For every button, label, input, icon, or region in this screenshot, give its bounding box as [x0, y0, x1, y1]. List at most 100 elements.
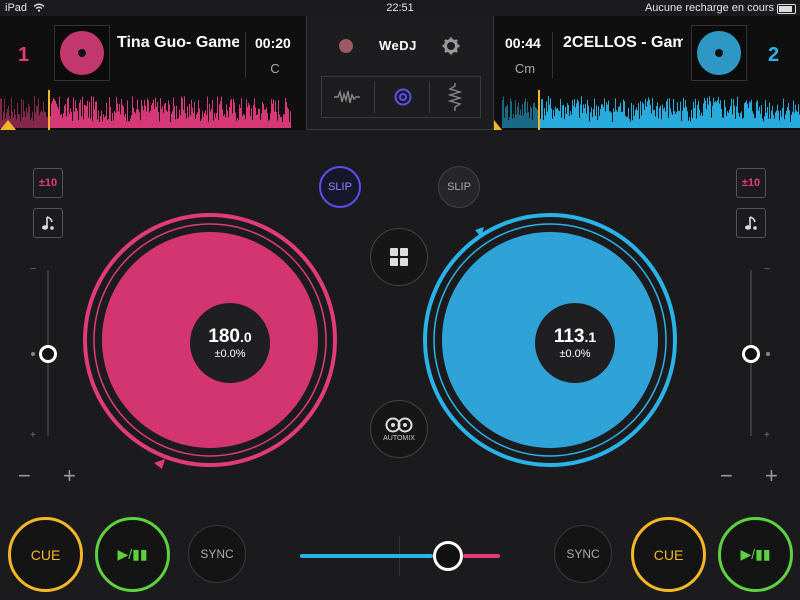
waveform-bar: [766, 112, 767, 128]
waveform-bar: [197, 112, 198, 128]
waveform-bar: [781, 116, 782, 128]
deck-2-pitch-range-button[interactable]: ±10: [736, 168, 766, 198]
brand-logo: WeDJ: [379, 38, 417, 53]
waveform-bar: [525, 98, 526, 128]
waveform-bar: [790, 121, 791, 128]
waveform-bar: [260, 120, 261, 128]
waveform-bar: [133, 107, 134, 128]
waveform-bar: [271, 99, 272, 128]
waveform-bar: [703, 103, 704, 128]
waveform-bar: [194, 101, 195, 128]
deck-2-artwork[interactable]: [691, 25, 747, 81]
deck-1-sync-button[interactable]: SYNC: [188, 525, 246, 583]
waveform-bar: [560, 99, 561, 128]
waveform-bar: [234, 102, 235, 128]
deck-1-cue-marker: [154, 459, 165, 469]
waveform-bar: [646, 106, 647, 128]
waveform-bar: [21, 99, 22, 128]
waveform-bar: [108, 119, 109, 128]
waveform-bar: [111, 121, 112, 128]
grid-button[interactable]: [370, 228, 428, 286]
deck-1-play-button[interactable]: ▶/▮▮: [95, 517, 170, 592]
deck-1-pitch-slider[interactable]: [39, 345, 57, 363]
deck-1-pitch-plus[interactable]: +: [63, 463, 76, 489]
waveform-bar: [289, 121, 290, 128]
waveform-bar: [47, 117, 48, 128]
deck-2-pitch-plus[interactable]: +: [765, 463, 778, 489]
waveform-bar: [578, 101, 579, 128]
waveform-bar: [734, 105, 735, 128]
waveform-bar: [206, 114, 207, 128]
waveform-bar: [187, 106, 188, 128]
deck-2-waveform[interactable]: [494, 90, 800, 130]
waveform-bar: [151, 105, 152, 128]
waveform-bar: [536, 108, 537, 128]
waveform-bar: [684, 107, 685, 128]
waveform-bar: [704, 98, 705, 128]
crossfader-knob[interactable]: [433, 541, 463, 571]
waveform-bar: [503, 96, 504, 128]
deck-1-pitch-minus[interactable]: −: [18, 463, 31, 489]
deck-1-slip-button[interactable]: SLIP: [319, 166, 361, 208]
waveform-bar: [798, 104, 799, 128]
deck-1-waveform[interactable]: [0, 90, 306, 130]
waveform-bar: [526, 113, 527, 128]
waveform-bar: [25, 117, 26, 128]
deck-1-artwork[interactable]: [54, 25, 110, 81]
waveform-bar: [222, 109, 223, 128]
waveform-bar: [747, 103, 748, 128]
waveform-bar: [280, 116, 281, 128]
deck-2-sync-button[interactable]: SYNC: [554, 525, 612, 583]
waveform-bar: [665, 111, 666, 128]
deck-1-title[interactable]: Tina Guo- Game: [117, 34, 239, 52]
waveform-bar: [135, 113, 136, 128]
waveform-bar: [535, 107, 536, 128]
battery-status: Aucune recharge en cours: [644, 2, 774, 14]
waveform-bar: [11, 97, 12, 128]
waveform-bar: [710, 101, 711, 128]
waveform-bar: [772, 105, 773, 128]
deck-2-cue-button[interactable]: CUE: [631, 517, 706, 592]
eq-icon[interactable]: [448, 83, 462, 111]
waveform-bar: [647, 101, 648, 128]
deck-2-pitch-slider[interactable]: [742, 345, 760, 363]
waveform-bar: [150, 110, 151, 128]
waveform-icon[interactable]: [334, 89, 360, 105]
waveform-bar: [95, 101, 96, 128]
record-icon[interactable]: [339, 39, 353, 53]
waveform-bar: [682, 110, 683, 128]
deck-2-keylock-button[interactable]: [736, 208, 766, 238]
waveform-bar: [724, 99, 725, 128]
waveform-bar: [517, 106, 518, 128]
gear-icon[interactable]: [442, 37, 460, 55]
crossfader[interactable]: [300, 532, 500, 580]
waveform-bar: [764, 116, 765, 128]
waveform-bar: [529, 118, 530, 128]
waveform-bar: [128, 121, 129, 128]
deck-1-cue-label: CUE: [30, 546, 61, 563]
automix-button[interactable]: AUTOMIX: [370, 400, 428, 458]
deck-2-title[interactable]: 2CELLOS - Gam: [563, 34, 683, 52]
waveform-bar: [580, 104, 581, 128]
waveform-bar: [656, 106, 657, 128]
deck-2-slip-button[interactable]: SLIP: [438, 166, 480, 208]
deck-1-cue-button[interactable]: CUE: [8, 517, 83, 592]
waveform-bar: [597, 119, 598, 128]
waveform-bar: [777, 104, 778, 128]
waveform-bar: [582, 112, 583, 128]
waveform-bar: [515, 100, 516, 128]
deck-1-pitch-range-button[interactable]: ±10: [33, 168, 63, 198]
waveform-bar: [173, 97, 174, 128]
waveform-bar: [93, 96, 94, 128]
waveform-bar: [725, 106, 726, 128]
target-icon[interactable]: [393, 87, 413, 107]
waveform-bar: [153, 99, 154, 128]
deck-2-pitch-minus[interactable]: −: [720, 463, 733, 489]
waveform-bar: [628, 107, 629, 128]
waveform-bar: [661, 119, 662, 128]
deck-2-play-button[interactable]: ▶/▮▮: [718, 517, 793, 592]
waveform-bar: [779, 120, 780, 128]
waveform-bar: [728, 112, 729, 128]
deck-1-keylock-button[interactable]: [33, 208, 63, 238]
waveform-bar: [103, 114, 104, 128]
